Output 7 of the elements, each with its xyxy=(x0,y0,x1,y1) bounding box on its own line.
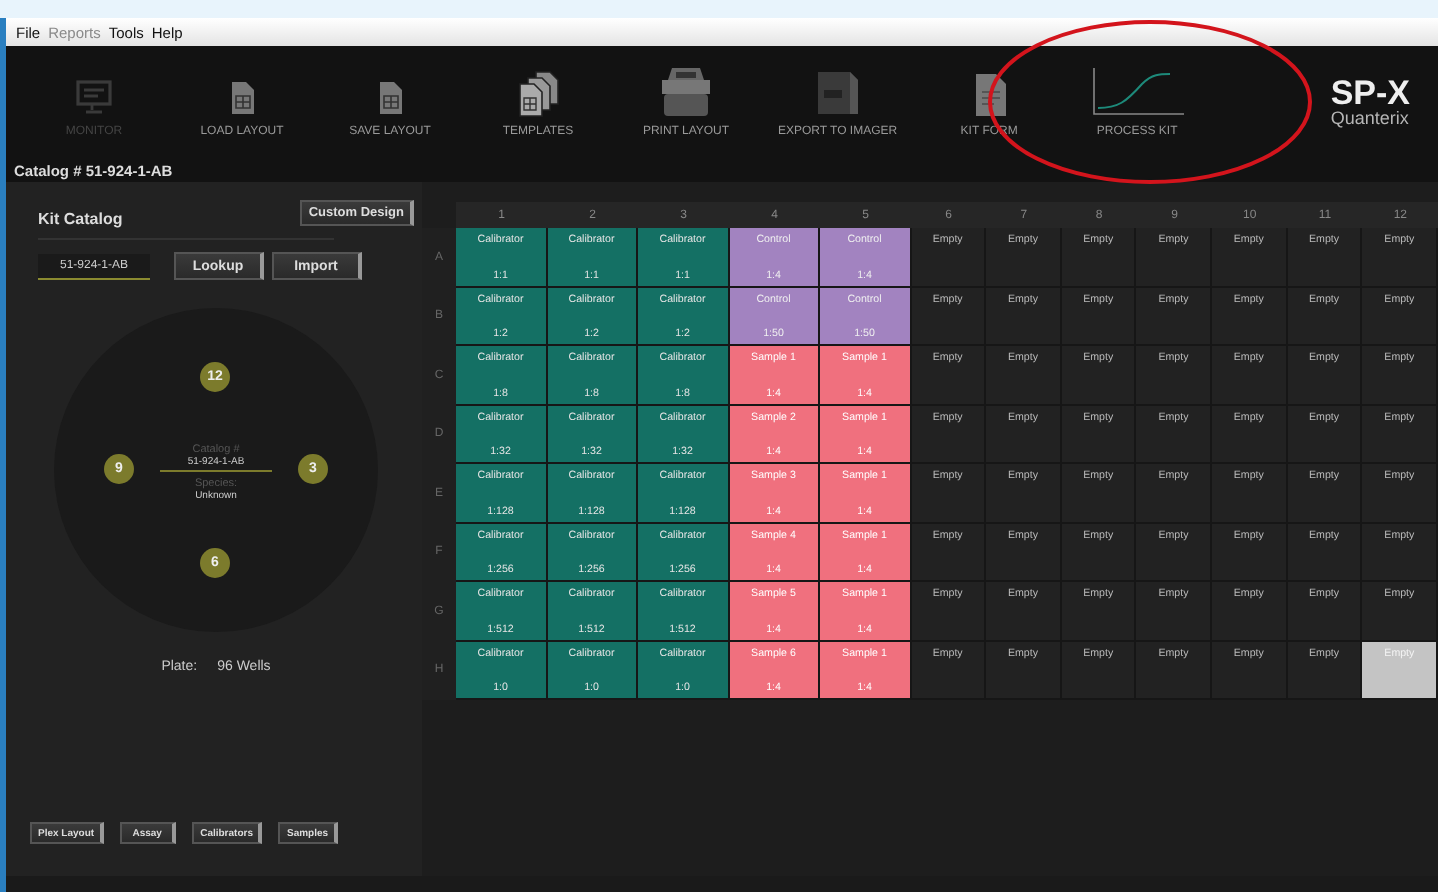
logo-text: SP-X xyxy=(1330,76,1410,110)
monitor-icon xyxy=(74,78,114,118)
printer-icon xyxy=(656,66,716,118)
documents-icon xyxy=(516,70,560,118)
curve-chart-icon xyxy=(1087,66,1188,118)
company-name: Quanterix xyxy=(1330,110,1409,128)
panel-title: Kit Catalog xyxy=(38,210,123,228)
